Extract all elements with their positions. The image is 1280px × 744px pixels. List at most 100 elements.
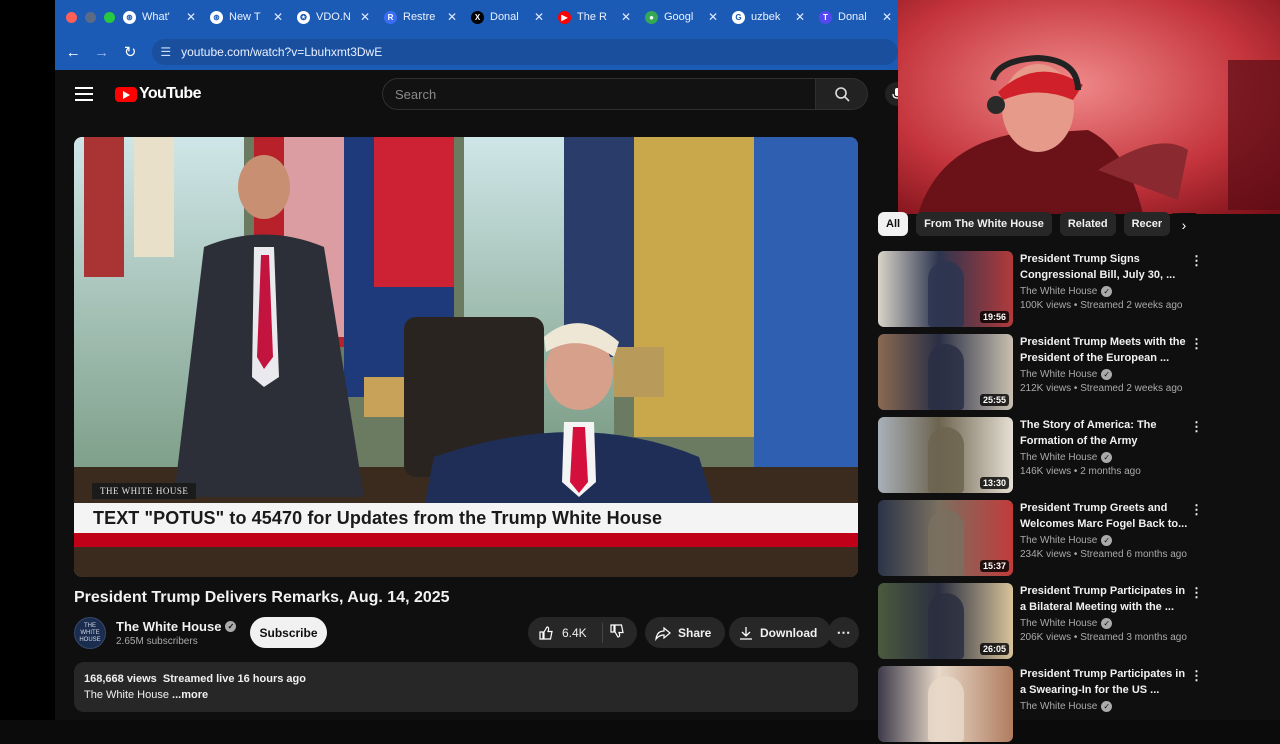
- verified-icon: ✓: [1101, 286, 1113, 297]
- verified-icon: ✓: [1101, 452, 1113, 463]
- vdo-ninja-icon: ✪: [297, 10, 310, 24]
- more-vertical-icon[interactable]: ⋮: [1190, 253, 1203, 269]
- browser-tab[interactable]: ⊛ New T ✕: [202, 0, 289, 34]
- channel-name[interactable]: The White House: [116, 619, 221, 634]
- video-info: President Trump Greets and Welcomes Marc…: [1020, 500, 1190, 560]
- forward-icon[interactable]: →: [87, 44, 115, 61]
- browser-window: ⊛ What' ✕ ⊛ New T ✕ ✪ VDO.N ✕ R Restre ✕ X Donal ✕ ▶ The…: [55, 0, 898, 720]
- recommended-video[interactable]: 13:30 The Story of America: The Formation…: [878, 417, 1208, 495]
- x-icon: X: [471, 10, 484, 24]
- video-thumbnail[interactable]: 19:56: [878, 251, 1013, 327]
- video-banner-text: TEXT "POTUS" to 45470 for Updates from t…: [74, 503, 858, 533]
- video-meta: 100K views • Streamed 2 weeks ago: [1020, 300, 1183, 311]
- close-tab-icon[interactable]: ✕: [882, 10, 892, 24]
- channel-name[interactable]: The White House: [1020, 452, 1097, 463]
- show-more-link[interactable]: ...more: [172, 689, 208, 701]
- maximize-window-button[interactable]: [104, 11, 115, 23]
- browser-tab[interactable]: R Restre ✕: [376, 0, 463, 34]
- browser-tab[interactable]: X Donal ✕: [463, 0, 550, 34]
- like-button[interactable]: 6.4K: [528, 622, 603, 643]
- search-box: [382, 78, 816, 110]
- menu-icon[interactable]: [75, 87, 93, 101]
- channel-name[interactable]: The White House: [1020, 618, 1097, 629]
- search-button[interactable]: [816, 78, 868, 110]
- chevron-right-icon[interactable]: ›: [1172, 213, 1196, 237]
- filter-chip[interactable]: Related: [1059, 212, 1116, 236]
- filter-chip[interactable]: From The White House: [916, 212, 1052, 236]
- filter-chip[interactable]: All: [878, 212, 909, 236]
- close-tab-icon[interactable]: ✕: [447, 10, 457, 24]
- share-button[interactable]: Share: [645, 617, 726, 648]
- video-banner-bar: [74, 533, 858, 547]
- video-player[interactable]: THE WHITE HOUSE TEXT "POTUS" to 45470 fo…: [74, 137, 858, 577]
- url-field[interactable]: ☰ youtube.com/watch?v=Lbuhxmt3DwE: [152, 39, 898, 65]
- search-icon: [834, 87, 850, 102]
- channel-avatar[interactable]: THE WHITE HOUSE: [74, 617, 106, 649]
- more-actions-button[interactable]: ⋯: [828, 617, 859, 648]
- description-stats: 168,668 views Streamed live 16 hours ago: [84, 671, 848, 687]
- more-vertical-icon[interactable]: ⋮: [1190, 668, 1203, 684]
- video-thumbnail[interactable]: [878, 666, 1013, 742]
- video-title-link[interactable]: The Story of America: The Formation of t…: [1020, 417, 1190, 449]
- video-title-link[interactable]: President Trump Participates in a Sweari…: [1020, 666, 1190, 698]
- close-tab-icon[interactable]: ✕: [186, 10, 196, 24]
- window-controls: [55, 11, 115, 23]
- webcam-image: [898, 0, 1280, 214]
- more-vertical-icon[interactable]: ⋮: [1190, 419, 1203, 435]
- back-icon[interactable]: ←: [59, 44, 87, 61]
- share-label: Share: [678, 625, 712, 640]
- video-thumbnail[interactable]: 15:37: [878, 500, 1013, 576]
- more-vertical-icon[interactable]: ⋮: [1190, 585, 1203, 601]
- close-tab-icon[interactable]: ✕: [708, 10, 718, 24]
- more-vertical-icon[interactable]: ⋮: [1190, 336, 1203, 352]
- download-button[interactable]: Download: [729, 617, 832, 648]
- search-input[interactable]: [395, 86, 815, 102]
- video-info: The Story of America: The Formation of t…: [1020, 417, 1190, 477]
- channel-name[interactable]: The White House: [1020, 369, 1097, 380]
- channel-name[interactable]: The White House: [1020, 701, 1097, 712]
- filter-chip[interactable]: Recer: [1123, 212, 1171, 236]
- description-box[interactable]: 168,668 views Streamed live 16 hours ago…: [74, 662, 858, 712]
- video-title-link[interactable]: President Trump Signs Congressional Bill…: [1020, 251, 1190, 283]
- close-tab-icon[interactable]: ✕: [360, 10, 370, 24]
- subscribe-button[interactable]: Subscribe: [250, 617, 327, 648]
- recommended-video[interactable]: 15:37 President Trump Greets and Welcomes…: [878, 500, 1208, 578]
- channel-name[interactable]: The White House: [1020, 535, 1097, 546]
- browser-tab[interactable]: Guzbek ✕: [724, 0, 811, 34]
- desktop-background: [0, 0, 55, 720]
- thumbnail-figure: [928, 261, 964, 327]
- recommended-video[interactable]: 25:55 President Trump Meets with the Pres…: [878, 334, 1208, 412]
- recommended-video[interactable]: 26:05 President Trump Participates in a B…: [878, 583, 1208, 661]
- video-title-link[interactable]: President Trump Greets and Welcomes Marc…: [1020, 500, 1190, 532]
- video-thumbnail[interactable]: 26:05: [878, 583, 1013, 659]
- video-title-link[interactable]: President Trump Participates in a Bilate…: [1020, 583, 1190, 615]
- browser-tab[interactable]: T Donal ✕: [811, 0, 898, 34]
- video-thumbnail[interactable]: 25:55: [878, 334, 1013, 410]
- recommended-video[interactable]: 19:56 President Trump Signs Congressional…: [878, 251, 1208, 329]
- video-info: President Trump Signs Congressional Bill…: [1020, 251, 1190, 311]
- browser-tab[interactable]: ✪ VDO.N ✕: [289, 0, 376, 34]
- close-tab-icon[interactable]: ✕: [534, 10, 544, 24]
- close-window-button[interactable]: [66, 11, 77, 23]
- channel-name[interactable]: The White House: [1020, 286, 1097, 297]
- tab-bar: ⊛ What' ✕ ⊛ New T ✕ ✪ VDO.N ✕ R Restre ✕ X Donal ✕ ▶ The…: [55, 0, 898, 34]
- youtube-logo[interactable]: YouTube: [115, 85, 201, 103]
- browser-tab[interactable]: ● Googl ✕: [637, 0, 724, 34]
- site-info-icon[interactable]: ☰: [160, 45, 171, 59]
- browser-tab[interactable]: ▶ The R ✕: [550, 0, 637, 34]
- recommended-video[interactable]: President Trump Participates in a Sweari…: [878, 666, 1208, 744]
- reload-icon[interactable]: ↻: [116, 43, 144, 61]
- more-vertical-icon[interactable]: ⋮: [1190, 502, 1203, 518]
- youtube-logo-text: YouTube: [139, 85, 201, 102]
- video-title-link[interactable]: President Trump Meets with the President…: [1020, 334, 1190, 366]
- voice-search-button[interactable]: [885, 82, 898, 106]
- minimize-window-button[interactable]: [85, 11, 96, 23]
- restream-icon: R: [384, 10, 397, 24]
- close-tab-icon[interactable]: ✕: [621, 10, 631, 24]
- dislike-button[interactable]: [603, 623, 625, 642]
- verified-icon: ✓: [1101, 369, 1113, 380]
- close-tab-icon[interactable]: ✕: [795, 10, 805, 24]
- video-thumbnail[interactable]: 13:30: [878, 417, 1013, 493]
- browser-tab[interactable]: ⊛ What' ✕: [115, 0, 202, 34]
- close-tab-icon[interactable]: ✕: [273, 10, 283, 24]
